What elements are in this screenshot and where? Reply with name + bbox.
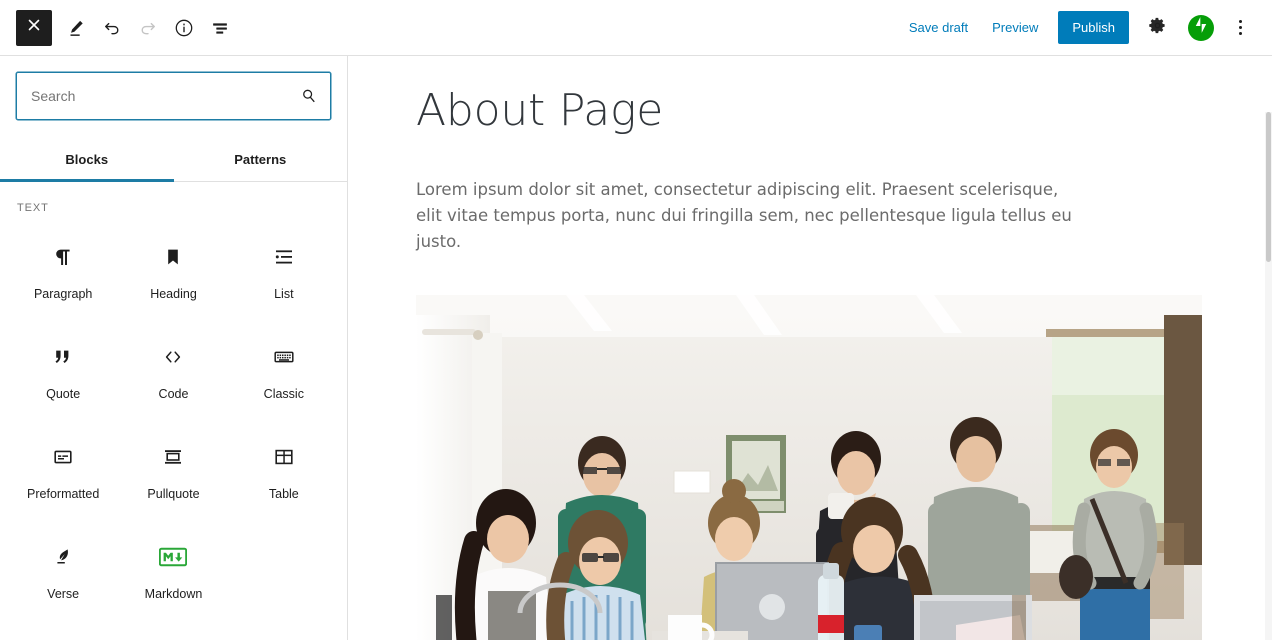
edit-pencil-icon	[65, 17, 87, 39]
jetpack-button[interactable]	[1188, 14, 1214, 41]
block-label: Pullquote	[147, 487, 200, 501]
tab-blocks[interactable]: Blocks	[0, 140, 174, 182]
search-container	[0, 56, 347, 120]
block-item-list[interactable]: List	[229, 228, 339, 328]
block-item-table[interactable]: Table	[229, 428, 339, 528]
block-label: Paragraph	[33, 287, 93, 301]
classic-keyboard-icon	[269, 342, 299, 372]
block-label: Quote	[46, 387, 81, 401]
gear-icon	[1148, 16, 1167, 40]
pullquote-icon	[158, 442, 188, 472]
block-item-heading[interactable]: Heading	[118, 228, 228, 328]
inserter-tabs: Blocks Patterns	[0, 140, 347, 182]
block-label: Preformatted	[27, 487, 100, 501]
save-draft-button[interactable]: Save draft	[897, 14, 980, 41]
close-x-icon	[26, 17, 42, 38]
page-title[interactable]: About Page	[349, 56, 1272, 137]
kebab-menu-icon	[1238, 18, 1242, 37]
block-item-pullquote[interactable]: Pullquote	[118, 428, 228, 528]
info-icon	[173, 17, 195, 39]
block-item-markdown[interactable]: Markdown	[118, 528, 228, 628]
details-button[interactable]	[166, 10, 202, 46]
block-label: Verse	[47, 587, 80, 601]
settings-button[interactable]	[1139, 10, 1175, 46]
code-icon	[158, 342, 188, 372]
more-options-button[interactable]	[1222, 10, 1258, 46]
block-item-preformatted[interactable]: Preformatted	[8, 428, 118, 528]
list-view-icon	[209, 17, 231, 39]
top-bar-left-tools	[0, 0, 238, 55]
close-editor-button[interactable]	[16, 9, 52, 46]
edit-mode-button[interactable]	[58, 10, 94, 46]
redo-button[interactable]	[130, 10, 166, 46]
block-label: Table	[268, 487, 299, 501]
block-item-code[interactable]: Code	[118, 328, 228, 428]
redo-icon	[137, 17, 159, 39]
search-icon[interactable]	[300, 87, 318, 105]
group-photo-illustration	[416, 294, 1202, 640]
preview-button[interactable]: Preview	[980, 14, 1050, 41]
image-block[interactable]	[416, 294, 1202, 640]
block-item-verse[interactable]: Verse	[8, 528, 118, 628]
paragraph-block[interactable]: Lorem ipsum dolor sit amet, consectetur …	[349, 137, 1151, 255]
section-label-text: TEXT	[17, 202, 49, 214]
quote-icon	[48, 342, 78, 372]
editor-top-bar: Save draft Preview Publish	[0, 0, 1272, 56]
verse-quill-icon	[48, 542, 78, 572]
undo-icon	[101, 17, 123, 39]
markdown-icon	[158, 542, 188, 572]
block-inserter-sidebar: Blocks Patterns TEXT Paragraph Heading	[0, 56, 348, 640]
preformatted-icon	[48, 442, 78, 472]
list-icon	[269, 242, 299, 272]
heading-icon	[158, 242, 188, 272]
search-box[interactable]	[16, 72, 331, 120]
undo-button[interactable]	[94, 10, 130, 46]
jetpack-icon	[1190, 14, 1212, 41]
block-label: Heading	[150, 287, 197, 301]
canvas-scrollbar-thumb[interactable]	[1266, 112, 1271, 262]
block-item-quote[interactable]: Quote	[8, 328, 118, 428]
block-item-classic[interactable]: Classic	[229, 328, 339, 428]
canvas-scrollbar-track[interactable]	[1265, 112, 1272, 640]
paragraph-icon	[48, 242, 78, 272]
block-label: Classic	[263, 387, 304, 401]
top-bar-right-actions: Save draft Preview Publish	[897, 0, 1272, 55]
search-input[interactable]	[17, 73, 330, 119]
block-label: Markdown	[144, 587, 203, 601]
list-view-button[interactable]	[202, 10, 238, 46]
block-grid: Paragraph Heading List Quote Code Classi…	[0, 214, 347, 628]
publish-button[interactable]: Publish	[1058, 11, 1129, 44]
tab-patterns[interactable]: Patterns	[174, 140, 348, 181]
editor-canvas[interactable]: About Page Lorem ipsum dolor sit amet, c…	[349, 56, 1272, 640]
block-item-paragraph[interactable]: Paragraph	[8, 228, 118, 328]
table-icon	[269, 442, 299, 472]
block-label: List	[274, 287, 294, 301]
block-label: Code	[158, 387, 189, 401]
